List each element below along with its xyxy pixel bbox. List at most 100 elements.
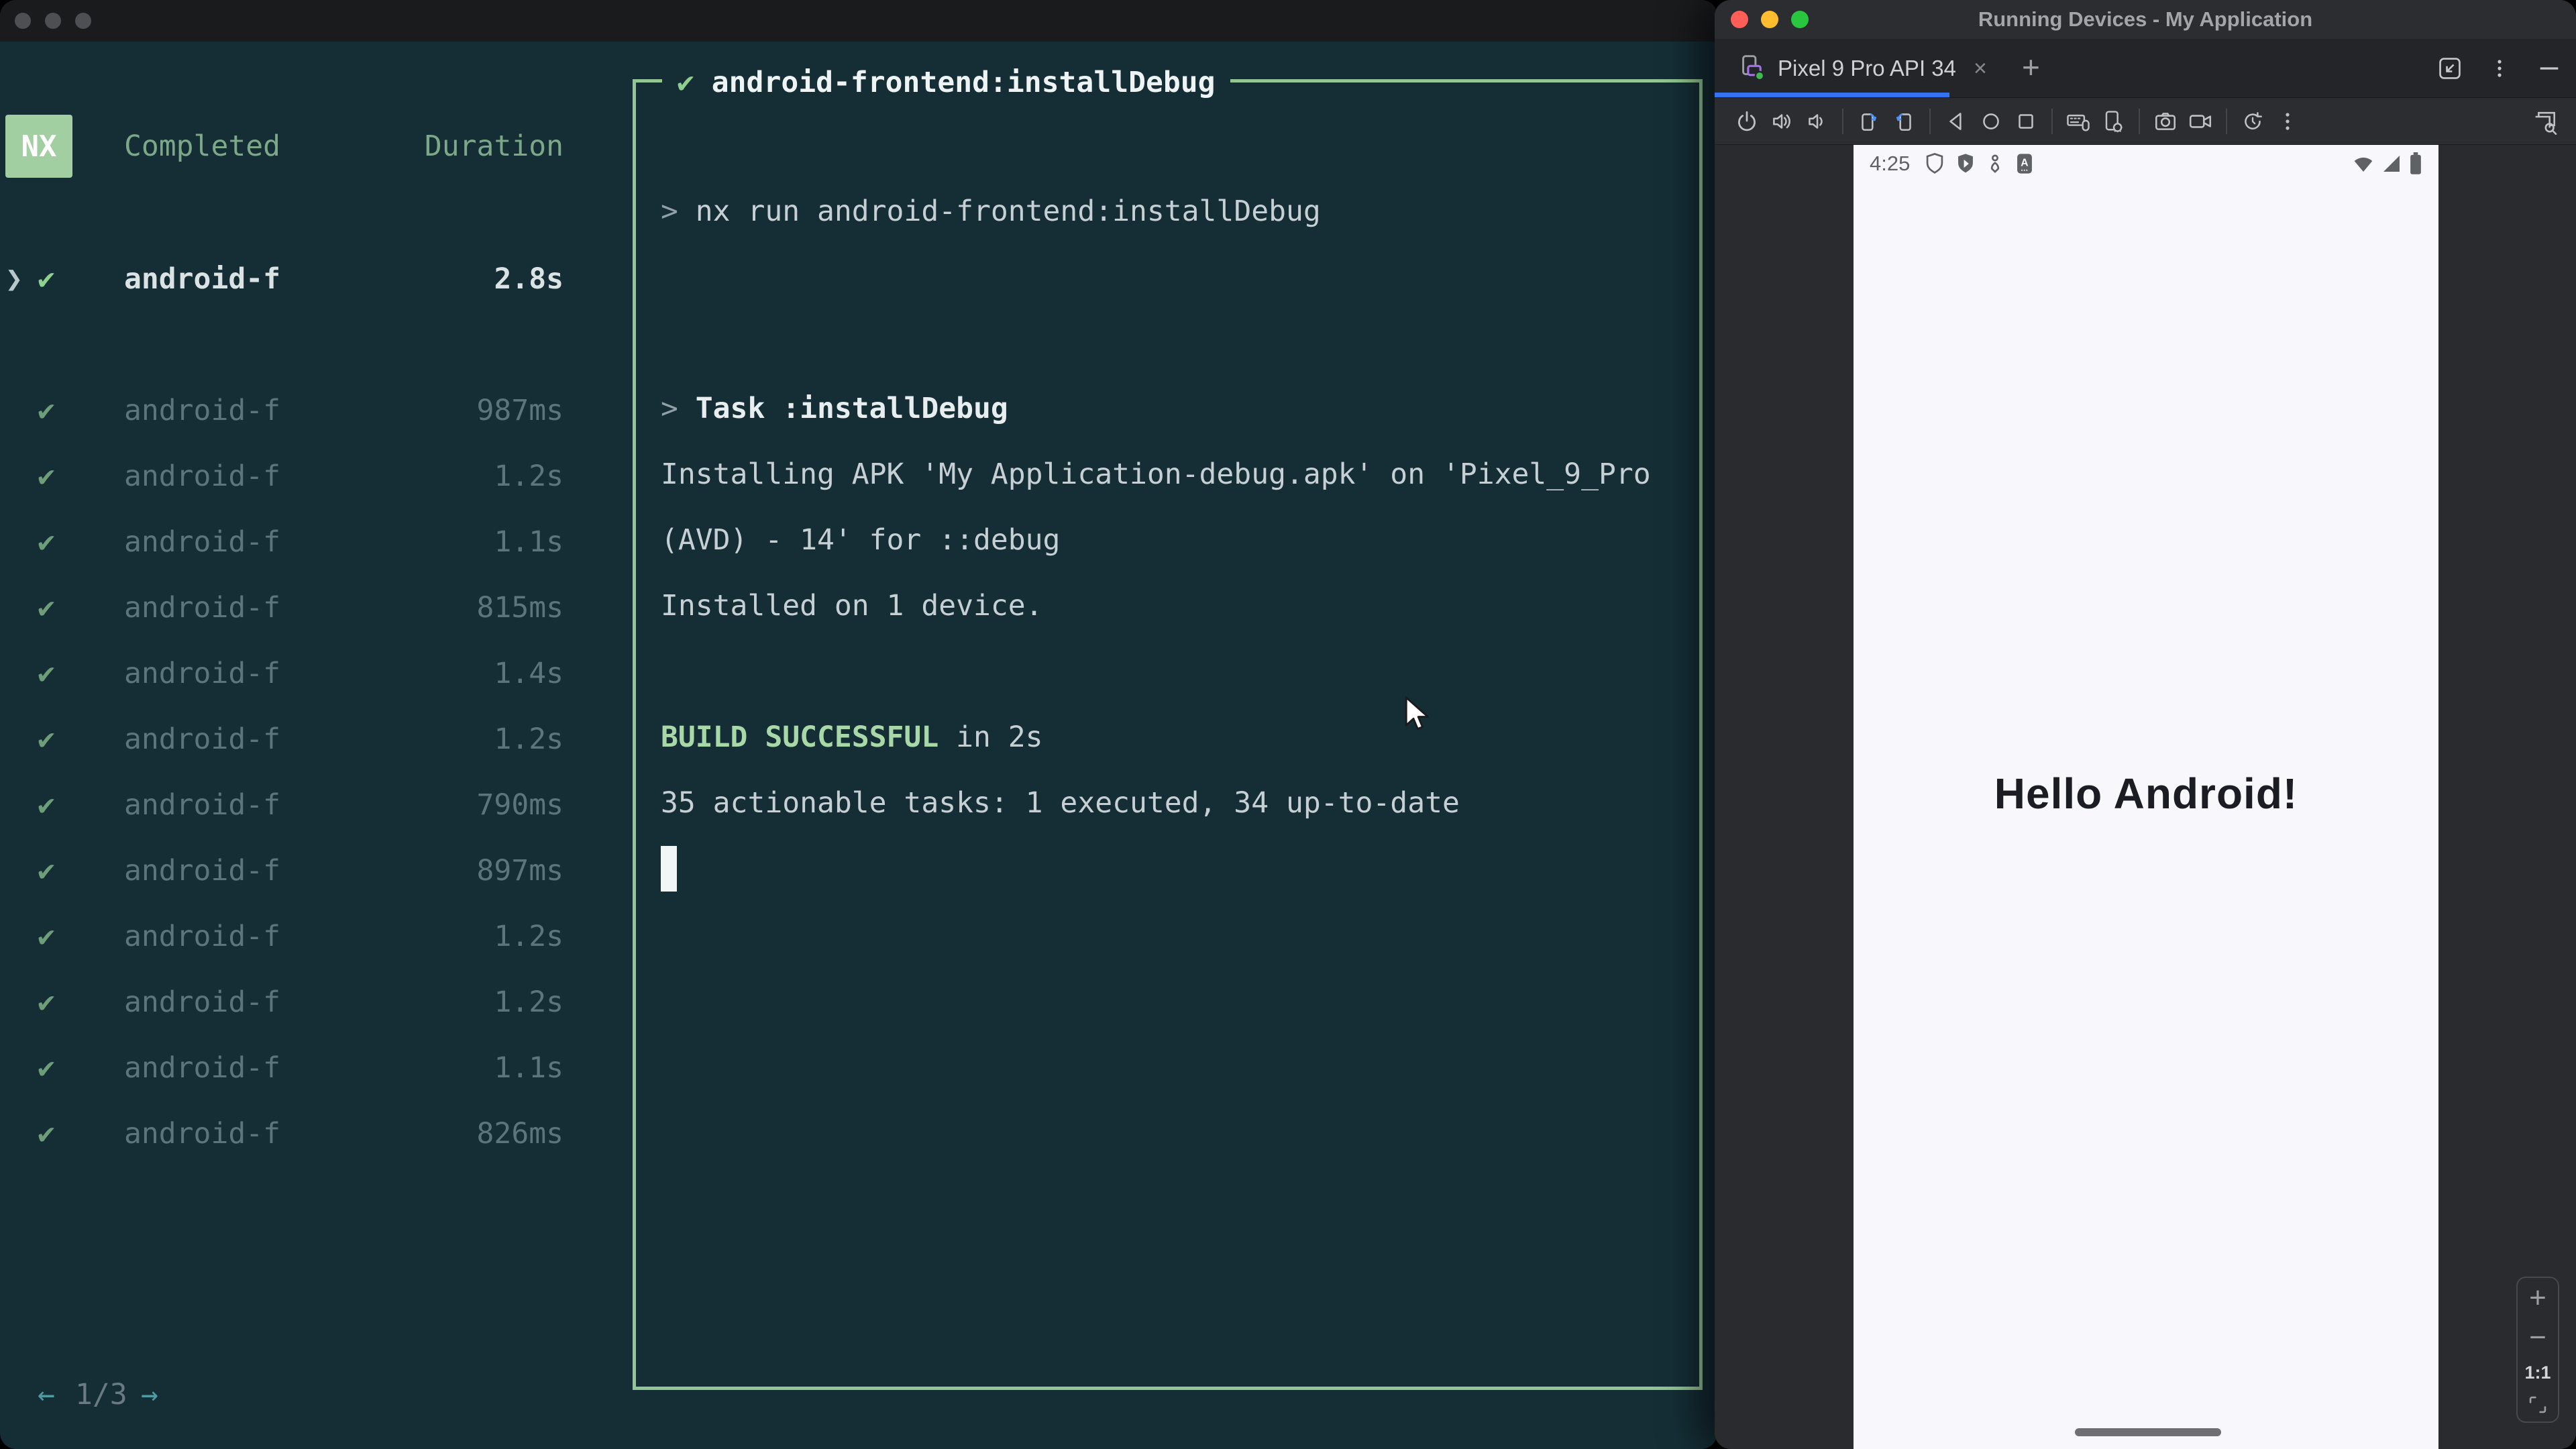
window-controls (1731, 0, 1809, 39)
power-button[interactable] (1729, 104, 1764, 139)
reset-snapshot-icon (2245, 112, 2262, 129)
fit-to-window-icon (2529, 1397, 2546, 1413)
toolwindow-controls (2436, 39, 2563, 98)
emulator-display-area: 4:25 A Hello Android! (1715, 145, 2576, 1449)
nx-terminal-window: NX Completed Duration ❯ ✔ android-f 2.8s ✔ an… (0, 0, 1717, 1449)
task-row[interactable]: ✔ android-f 1.1s (0, 509, 633, 575)
task-row[interactable]: ✔ android-f 1.4s (0, 641, 633, 706)
home-button[interactable] (1974, 104, 2008, 139)
terminal-line: (AVD) - 14' for ::debug (661, 507, 1679, 573)
task-dur: 2.8s (494, 262, 564, 296)
task-list-panel: NX Completed Duration ❯ ✔ android-f 2.8s ✔ an… (0, 42, 633, 1449)
wifi-icon (2354, 157, 2373, 172)
task-name: android-f (124, 722, 280, 756)
task-row[interactable]: ✔ android-f 826ms (0, 1101, 633, 1167)
zoom-out-button[interactable]: − (2529, 1322, 2546, 1352)
task-row[interactable]: ✔ android-f 897ms (0, 838, 633, 904)
mouse-cursor (1405, 696, 1430, 731)
volume-down-icon (1809, 114, 1823, 129)
navigation-handle[interactable] (2075, 1428, 2221, 1436)
emulator-toolbar (1715, 99, 2576, 145)
snapshots-button[interactable] (2235, 104, 2270, 139)
back-button[interactable] (1939, 104, 1974, 139)
rotate-left-button[interactable] (1851, 104, 1886, 139)
task-row[interactable]: ✔ android-f 1.2s (0, 706, 633, 772)
task-row[interactable]: ✔ android-f 790ms (0, 772, 633, 838)
video-camera-icon (2189, 115, 2212, 128)
screen-record-button[interactable] (2183, 104, 2218, 139)
task-dur: 1.1s (494, 525, 564, 559)
next-page-arrow[interactable]: → (141, 1362, 158, 1428)
device-settings-button[interactable] (2096, 104, 2131, 139)
task-check: ✔ (38, 591, 55, 625)
task-row[interactable]: ✔ android-f 1.2s (0, 904, 633, 969)
kebab-menu-icon (2498, 60, 2502, 77)
power-icon (1738, 111, 1756, 131)
more-options-button[interactable] (2487, 56, 2512, 80)
svg-text:A: A (2021, 158, 2029, 169)
terminal-line: > Task :installDebug (661, 376, 1679, 441)
rotate-right-button[interactable] (1886, 104, 1921, 139)
toolbar-separator (1929, 109, 1931, 134)
task-name: android-f (124, 985, 280, 1019)
cellular-signal-icon (2383, 156, 2400, 172)
terminal-line: BUILD SUCCESSFUL in 2s (661, 704, 1679, 770)
keyboard-mouse-icon (2067, 114, 2090, 131)
more-toolbar-button[interactable] (2270, 104, 2305, 139)
actual-size-button[interactable]: 1:1 (2524, 1362, 2551, 1383)
close-window-button[interactable] (1731, 11, 1748, 28)
task-row[interactable]: ✔ android-f 815ms (0, 575, 633, 641)
minimize-window-button[interactable] (1761, 11, 1778, 28)
task-name: android-f (124, 1051, 280, 1085)
toolbar-separator (2139, 109, 2140, 134)
task-check: ✔ (38, 657, 55, 690)
overview-button[interactable] (2008, 104, 2043, 139)
task-name: android-f (124, 854, 280, 888)
task-row[interactable]: ✔ android-f 1.2s (0, 969, 633, 1035)
completed-column-header: Completed (124, 129, 280, 163)
volume-up-button[interactable] (1764, 104, 1799, 139)
task-dur: 1.2s (494, 460, 564, 493)
zoom-window-button[interactable] (1791, 11, 1809, 28)
duration-column-header: Duration (424, 129, 564, 163)
tab-label: Pixel 9 Pro API 34 (1778, 56, 1956, 80)
fit-to-window-button[interactable] (2526, 1393, 2549, 1416)
shield-notification-icon (1927, 153, 1943, 174)
window-zoom-button[interactable] (2529, 104, 2564, 139)
hardware-input-button[interactable] (2061, 104, 2096, 139)
volume-down-button[interactable] (1799, 104, 1834, 139)
page-indicator: 1/3 (75, 1378, 127, 1411)
tab-pixel-9-pro[interactable]: Pixel 9 Pro API 34 × (1715, 39, 1987, 98)
zoom-in-button[interactable]: + (2529, 1283, 2546, 1313)
screenshot-button[interactable] (2148, 104, 2183, 139)
previous-page-arrow[interactable]: ← (38, 1362, 55, 1428)
macos-titlebar (0, 0, 1717, 42)
close-window-button[interactable] (15, 13, 31, 29)
task-row[interactable]: ❯ ✔ android-f 2.8s (0, 246, 633, 312)
toolbar-separator (1842, 109, 1843, 134)
task-row[interactable]: ✔ android-f 1.2s (0, 443, 633, 509)
minimize-window-button[interactable] (45, 13, 61, 29)
terminal-text: Installing APK 'My Application-debug.apk… (661, 458, 1651, 491)
task-dur: 790ms (476, 788, 564, 822)
android-back-icon (1949, 113, 1962, 130)
android-status-bar: 4:25 A (1854, 149, 2438, 178)
status-bar-right-icons (2353, 152, 2422, 175)
task-caret: ❯ (5, 262, 23, 296)
task-row[interactable]: ✔ android-f 987ms (0, 378, 633, 443)
new-tab-button[interactable]: + (2022, 39, 2040, 98)
terminal-line: 35 actionable tasks: 1 executed, 34 up-t… (661, 770, 1679, 836)
hide-toolwindow-button[interactable] (2536, 55, 2563, 82)
tab-close-icon[interactable]: × (1974, 56, 1987, 82)
task-row[interactable]: ✔ android-f 1.1s (0, 1035, 633, 1101)
device-screen[interactable]: 4:25 A Hello Android! (1854, 145, 2438, 1449)
android-overview-icon (2019, 114, 2033, 129)
task-check: ✔ (38, 394, 55, 427)
zoom-controls: + − 1:1 (2516, 1277, 2559, 1423)
dock-window-button[interactable] (2436, 55, 2463, 82)
battery-icon (2410, 152, 2421, 174)
task-check: ✔ (38, 262, 55, 296)
zoom-window-button[interactable] (75, 13, 91, 29)
task-check: ✔ (38, 1051, 55, 1085)
